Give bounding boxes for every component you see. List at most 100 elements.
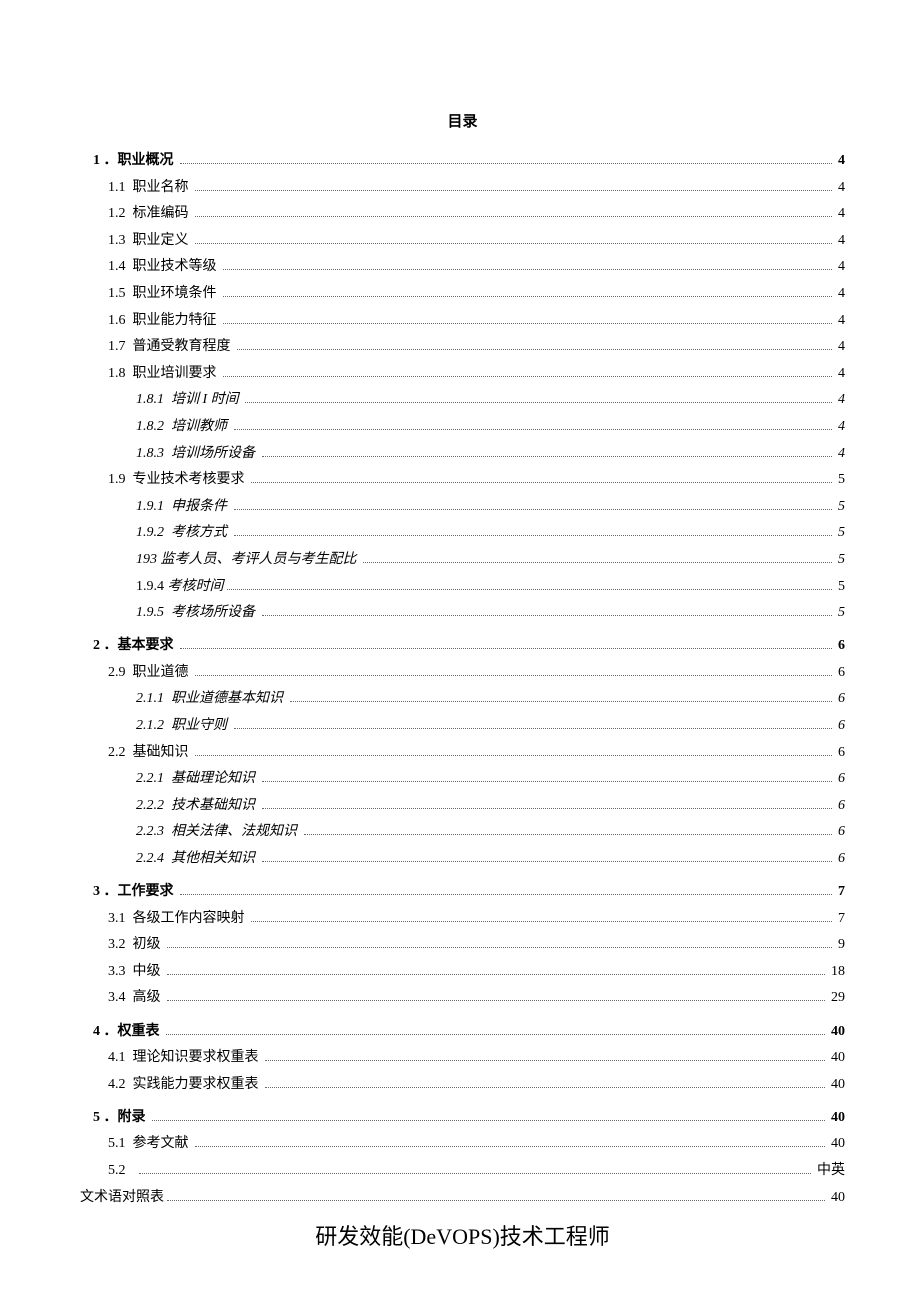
- toc-page: 40: [828, 1106, 846, 1129]
- toc-entry: 1.9.1 申报条件 5: [80, 495, 845, 518]
- toc-number: 5.1: [108, 1132, 133, 1155]
- toc-page: 40: [828, 1020, 846, 1043]
- toc-page: 4: [835, 149, 846, 172]
- toc-page: 6: [835, 767, 846, 790]
- toc-label: 培训场所设备: [171, 442, 259, 465]
- toc-number: 1.5: [108, 282, 133, 305]
- toc-page: 40: [828, 1046, 846, 1069]
- toc-number: 1.9.2: [136, 521, 171, 544]
- toc-label: 申报条件: [171, 495, 231, 518]
- toc-leader: [265, 1087, 825, 1088]
- toc-page: 4: [835, 282, 846, 305]
- toc-leader: [195, 190, 832, 191]
- toc-leader: [223, 323, 832, 324]
- toc-label: ．权重表: [100, 1020, 163, 1043]
- toc-label: 职业环境条件: [133, 282, 221, 305]
- toc-entry: 1.9.2 考核方式 5: [80, 521, 845, 544]
- toc-entry: 3 ．工作要求 7: [80, 880, 845, 903]
- toc-number: 1.7: [108, 335, 133, 358]
- toc-section: 2 ．基本要求 62.9 职业道德 62.1.1 职业道德基本知识 62.1.2…: [80, 634, 845, 870]
- toc-page: 6: [835, 634, 846, 657]
- toc-leader: [245, 402, 831, 403]
- toc-entry: 5.1 参考文献 40: [80, 1132, 845, 1155]
- toc-number: 2.2.4: [136, 847, 171, 870]
- toc-label: 各级工作内容映射: [133, 907, 249, 930]
- toc-title: 目录: [80, 110, 845, 131]
- toc-entry: 4 ．权重表 40: [80, 1020, 845, 1043]
- toc-leader: [195, 216, 832, 217]
- toc-page: 6: [835, 847, 846, 870]
- toc-page: 4: [835, 335, 846, 358]
- toc-page: 9: [835, 933, 846, 956]
- toc-number: 1.9.4: [136, 575, 164, 598]
- toc-entry: 3.1 各级工作内容映射 7: [80, 907, 845, 930]
- toc-leader: [304, 834, 832, 835]
- toc-number: 4.1: [108, 1046, 133, 1069]
- toc-page: 4: [835, 362, 846, 385]
- toc-label: 参考文献: [133, 1132, 193, 1155]
- toc-entry: 1.9 专业技术考核要求 5: [80, 468, 845, 491]
- toc-label: [133, 1159, 137, 1182]
- toc-label: 职业能力特征: [133, 309, 221, 332]
- toc-leader: [167, 947, 832, 948]
- toc-leader: [180, 648, 832, 649]
- toc-page: 4: [835, 388, 846, 411]
- toc-number: 1.3: [108, 229, 133, 252]
- toc-entry: 1.3 职业定义 4: [80, 229, 845, 252]
- toc-entry: 1.6 职业能力特征 4: [80, 309, 845, 332]
- toc-page: 6: [835, 794, 846, 817]
- toc-label: 实践能力要求权重表: [133, 1073, 263, 1096]
- toc-label: 基础知识: [133, 741, 193, 764]
- toc-page: 5: [835, 495, 846, 518]
- toc-label: ．工作要求: [100, 880, 177, 903]
- toc-number: 2.2.3: [136, 820, 171, 843]
- toc-number: 5.2: [108, 1159, 133, 1182]
- toc-entry: 1.8.1 培训 I 时间 4: [80, 388, 845, 411]
- toc-page: 6: [835, 714, 846, 737]
- toc-number: 3.4: [108, 986, 133, 1009]
- toc-entry: 5.2 中英: [80, 1159, 845, 1182]
- toc-leader: [262, 615, 832, 616]
- toc-label: 标准编码: [133, 202, 193, 225]
- toc-entry: 1.1 职业名称 4: [80, 176, 845, 199]
- toc-leader: [262, 861, 832, 862]
- toc-number: 1.8.2: [136, 415, 171, 438]
- toc-page: 4: [835, 442, 846, 465]
- toc-leader: [234, 429, 832, 430]
- toc-page: 4: [835, 176, 846, 199]
- toc-leader: [265, 1060, 825, 1061]
- toc-page: 18: [828, 960, 846, 983]
- toc-number: 1.2: [108, 202, 133, 225]
- toc-label: 职业定义: [133, 229, 193, 252]
- toc-label: ．基本要求: [100, 634, 177, 657]
- toc-leader: [234, 535, 832, 536]
- toc-number: 2.2: [108, 741, 133, 764]
- toc-entry: 1.9.4 考核时间 5: [80, 575, 845, 598]
- toc-entry: 2.2.2 技术基础知识 6: [80, 794, 845, 817]
- toc-number: 2.9: [108, 661, 133, 684]
- toc-number: 5: [80, 1106, 100, 1129]
- toc-leader: [167, 974, 825, 975]
- toc-page: 40: [828, 1186, 846, 1209]
- document-page: 目录 1 ．职业概况 41.1 职业名称 41.2 标准编码 41.3 职业定义…: [0, 0, 920, 1301]
- toc-leader: [195, 1146, 825, 1147]
- toc-page: 4: [835, 309, 846, 332]
- toc-leader: [195, 755, 832, 756]
- toc-page: 6: [835, 820, 846, 843]
- toc-label: 考核场所设备: [171, 601, 259, 624]
- toc-entry: 1.5 职业环境条件 4: [80, 282, 845, 305]
- toc-page: 6: [835, 661, 846, 684]
- toc-leader: [152, 1120, 825, 1121]
- toc-page: 5: [835, 601, 846, 624]
- toc-leader: [262, 781, 832, 782]
- toc-number: 1.9.5: [136, 601, 171, 624]
- toc-leader: [139, 1173, 811, 1174]
- toc-label: 职业守则: [171, 714, 231, 737]
- toc-number: 3.1: [108, 907, 133, 930]
- toc-number: 193: [136, 548, 161, 571]
- toc-section: 3 ．工作要求 73.1 各级工作内容映射 73.2 初级 93.3 中级 18…: [80, 880, 845, 1009]
- toc-section: 5 ．附录 405.1 参考文献 405.2 中英文术语对照表 40: [80, 1106, 845, 1209]
- toc-leader: [223, 296, 832, 297]
- toc-entry: 2.1.1 职业道德基本知识 6: [80, 687, 845, 710]
- toc-label: 中级: [133, 960, 165, 983]
